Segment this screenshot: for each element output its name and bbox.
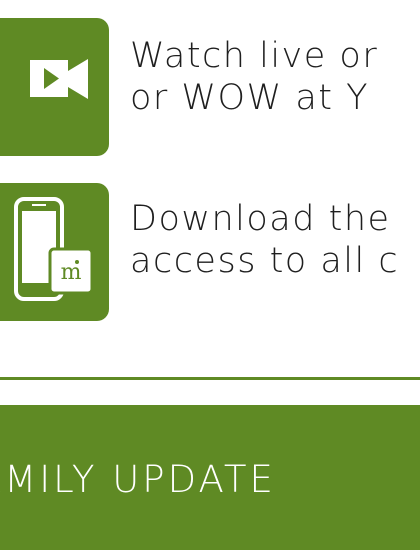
download-app-text: Download the access to all c	[130, 198, 399, 282]
watch-live-line-2: or WOW at Y	[130, 78, 369, 118]
download-app-line-1: Download the	[130, 199, 391, 239]
watch-live-text: Watch live or or WOW at Y	[130, 35, 378, 119]
video-camera-icon	[30, 54, 90, 104]
family-updates-title: AMILY UPDATE	[0, 458, 276, 501]
download-app-line-2: access to all c	[130, 241, 400, 281]
svg-text:m: m	[61, 260, 82, 285]
mobile-app-icon: m	[10, 197, 100, 307]
family-updates-banner[interactable]: AMILY UPDATE	[0, 405, 420, 550]
section-divider	[0, 377, 420, 380]
watch-live-line-1: Watch live or	[130, 36, 379, 76]
